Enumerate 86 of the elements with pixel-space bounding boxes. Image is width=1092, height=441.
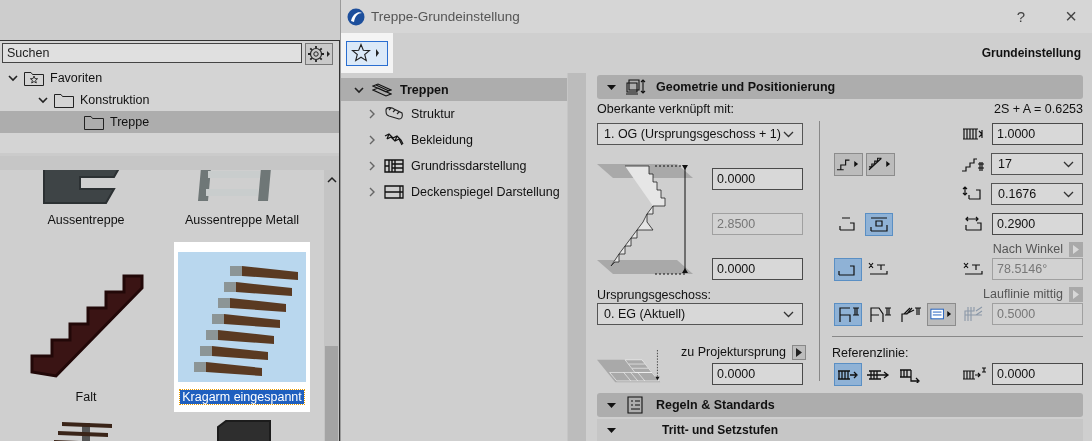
toggle-button[interactable] (834, 257, 862, 281)
walkline-option-icon (836, 305, 860, 323)
item-label: Aussentreppe (46, 213, 126, 227)
favorites-button[interactable] (346, 40, 388, 66)
nav-item[interactable]: Struktur (341, 101, 567, 127)
nav-item[interactable]: Deckenspiegel Darstellung (341, 179, 567, 205)
number-field[interactable]: 0.0000 (712, 363, 803, 385)
collapse-triangle-icon[interactable] (607, 82, 616, 92)
angle-icon (962, 260, 986, 278)
chevron-icon[interactable] (38, 95, 48, 105)
cladding-icon (384, 132, 404, 148)
number-field[interactable]: 0.0000 (712, 168, 803, 190)
field-label: Oberkante verknüpft mit: (597, 101, 735, 117)
scrollbar[interactable] (324, 170, 339, 441)
folder-icon (54, 92, 74, 108)
walkline-option-icon (867, 305, 891, 323)
nav-item[interactable]: Grundrissdarstellung (341, 153, 567, 179)
app-logo-icon (347, 7, 365, 26)
item-label: Kragarm eingespannt (180, 390, 304, 404)
number-field[interactable]: 1.0000 (992, 123, 1083, 145)
dropdown-button[interactable] (927, 302, 956, 326)
field-label: zu Projektursprung (681, 344, 786, 360)
walkline-option-icon (898, 305, 922, 323)
field-label: Ursprungsgeschoss: (597, 287, 712, 303)
tree-item[interactable]: Treppe (0, 111, 339, 133)
chevron-icon[interactable] (354, 84, 364, 95)
riser-count-icon (961, 155, 985, 173)
toggle-button[interactable] (834, 362, 862, 386)
library-item[interactable]: Aussentreppe Metall (174, 170, 310, 235)
number-field[interactable]: 0.0000 (992, 363, 1083, 385)
tree-item[interactable]: Konstruktion (0, 89, 339, 111)
toggle-button[interactable] (834, 302, 862, 326)
field-label: Referenzlinie: (832, 345, 910, 361)
arrow-button[interactable] (792, 344, 806, 360)
window-title: Treppe-Grundeinstellung (371, 9, 521, 24)
number-field[interactable]: 0.0000 (712, 258, 803, 280)
settings-button[interactable] (305, 43, 333, 65)
caret-icon (1073, 289, 1079, 299)
scroll-up-icon[interactable] (326, 176, 337, 183)
number-field[interactable]: 0.2900 (992, 213, 1083, 235)
folder-icon (84, 114, 104, 130)
tread-option-icon (867, 215, 891, 233)
item-label: Falt (74, 390, 98, 404)
scrollbar[interactable] (567, 73, 586, 441)
dropdown-button[interactable] (866, 152, 895, 176)
flight-width-icon (962, 125, 986, 143)
mode-label: Nach Winkel (992, 242, 1063, 256)
panel-heading: Grundeinstellung (981, 46, 1081, 60)
dropdown[interactable]: 0. EG (Aktuell) (597, 303, 803, 325)
dropdown-button[interactable] (834, 152, 863, 176)
subsection-header[interactable]: Tritt- und Setzstufen (597, 419, 1083, 441)
star-folder-icon (24, 70, 44, 86)
library-item[interactable]: Falt (18, 242, 154, 412)
caret-icon (796, 347, 802, 357)
formula-text: 2S + A = 0.6253 (994, 101, 1083, 117)
stair-icon (372, 82, 392, 97)
dropdown[interactable]: 0.1676 (991, 183, 1083, 205)
help-button[interactable]: ? (999, 0, 1043, 33)
chevron-icon (1063, 160, 1074, 168)
item-label: Aussentreppe Metall (184, 213, 300, 227)
toggle-button[interactable] (865, 212, 893, 236)
library-item[interactable]: Kragarm eingespannt (174, 242, 310, 412)
chevron-icon[interactable] (8, 73, 18, 83)
nav-item[interactable]: Treppen (341, 78, 567, 101)
ceiling-icon (384, 184, 404, 200)
caret-icon (1073, 244, 1079, 254)
close-button[interactable]: × (1049, 0, 1092, 33)
monitor-icon (625, 79, 647, 95)
mode-label: Lauflinie mittig (983, 287, 1063, 301)
structure-icon (384, 106, 404, 122)
search-field[interactable]: Suchen (2, 43, 302, 63)
nav-item[interactable]: Bekleidung (341, 127, 567, 153)
chevron-icon (783, 310, 794, 318)
dropdown[interactable]: 1. OG (Ursprungsgeschoss + 1) (597, 123, 803, 145)
section-header[interactable]: Regeln & Standards (597, 393, 1083, 418)
section-header[interactable]: Geometrie und Positionierung (597, 75, 1083, 99)
dropdown[interactable]: 17 (991, 153, 1083, 175)
plan-icon (384, 158, 404, 174)
collapse-triangle-icon[interactable] (607, 425, 616, 435)
tree-item[interactable]: Favoriten (0, 67, 339, 89)
chevron-icon (783, 130, 794, 138)
collapse-triangle-icon[interactable] (607, 400, 616, 410)
chevron-icon (1063, 190, 1074, 198)
library-item[interactable]: Aussentreppe (18, 170, 154, 235)
angle-option-icon (867, 260, 891, 278)
reference-offset-icon (962, 365, 986, 383)
